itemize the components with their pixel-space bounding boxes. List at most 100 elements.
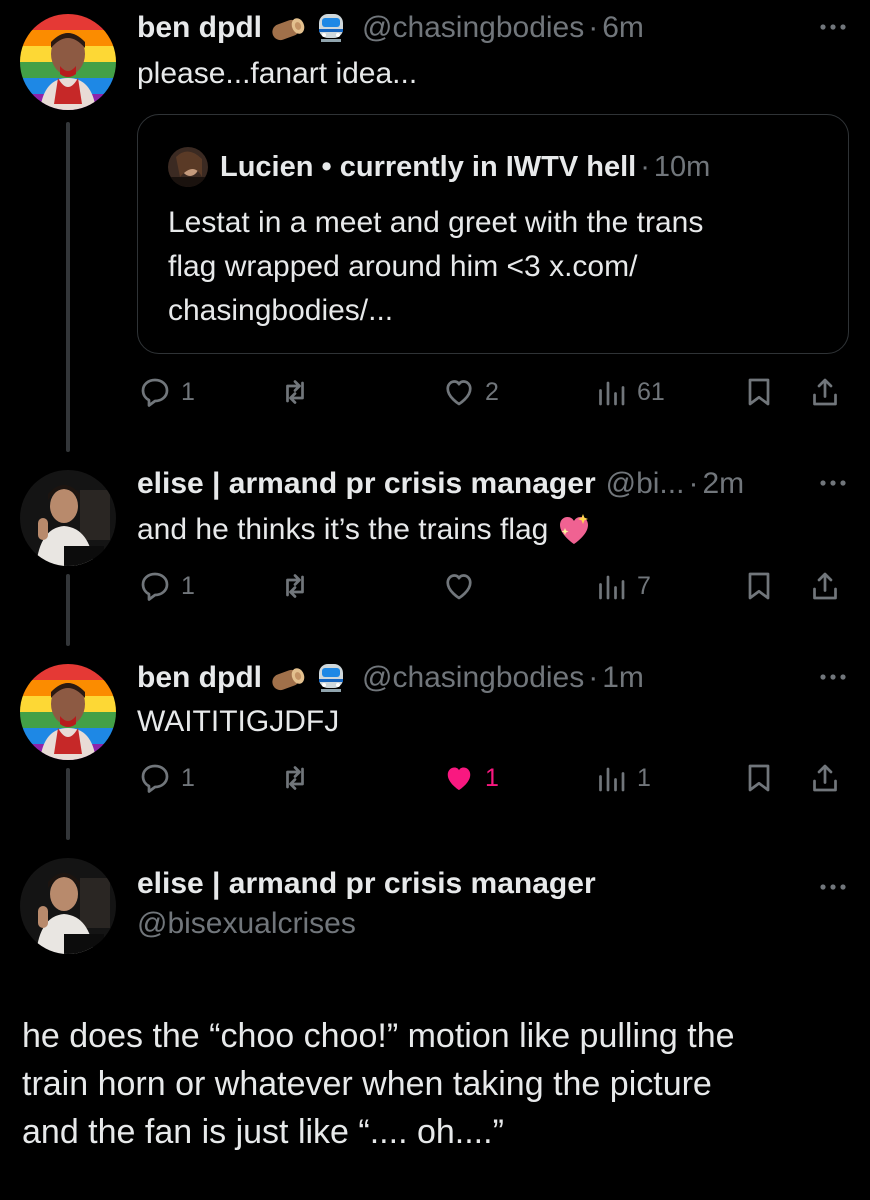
post-header: ben dpdl @chasingbodies · 6m <box>137 10 644 46</box>
more-options-icon[interactable] <box>820 672 846 682</box>
avatar-elise[interactable] <box>20 858 116 954</box>
heart-icon <box>446 380 472 406</box>
quoted-timestamp: 10m <box>653 150 711 183</box>
quoted-post-text: Lestat in a meet and greet with the tran… <box>168 201 808 333</box>
reply-icon <box>141 378 169 407</box>
separator-dot: · <box>640 150 650 183</box>
post-text: WAITITIGJDFJ <box>137 705 340 738</box>
separator-dot: · <box>588 11 599 44</box>
post-text: and he thinks it’s the trains flag <box>137 513 549 546</box>
views-button[interactable]: 61 <box>593 374 665 410</box>
timestamp[interactable]: 6m <box>602 10 644 46</box>
repost-button[interactable] <box>277 568 321 604</box>
action-bar: 1 7 <box>137 568 849 608</box>
sparkling-heart-icon <box>556 512 592 548</box>
more-options-icon[interactable] <box>820 478 846 488</box>
user-handle[interactable]: @chasingbodies <box>362 10 584 46</box>
train-icon <box>312 12 350 44</box>
like-count: 1 <box>485 763 499 792</box>
reply-count: 1 <box>181 571 195 600</box>
reply-post-1[interactable]: ben dpdl @chasingbodies · 6m please...fa… <box>0 0 870 452</box>
reply-post-3[interactable]: ben dpdl @chasingbodies · 1m WAITITIGJDF… <box>0 646 870 846</box>
share-icon <box>813 764 837 792</box>
repost-icon <box>286 380 304 404</box>
post-text-container: and he thinks it’s the trains flag <box>137 510 592 550</box>
main-text-line: he does the “choo choo!” motion like pul… <box>22 1017 735 1055</box>
repost-button[interactable] <box>277 760 321 796</box>
post-header: ben dpdl @chasingbodies · 1m <box>137 660 644 696</box>
avatar-lucien <box>168 147 208 187</box>
share-icon <box>813 378 837 406</box>
avatar-ben-dpdl[interactable] <box>20 664 116 760</box>
quoted-post-header: Lucien • currently in IWTV hell · 10m <box>168 147 710 187</box>
more-options-icon[interactable] <box>820 882 846 892</box>
reply-count: 1 <box>181 377 195 406</box>
display-name[interactable]: elise | armand pr crisis manager <box>137 864 596 904</box>
action-bar: 1 2 61 <box>137 374 849 414</box>
views-button[interactable]: 7 <box>593 568 651 604</box>
quoted-display-name: Lucien • currently in IWTV hell <box>220 150 637 183</box>
thread-line <box>66 768 70 840</box>
bookmark-button[interactable] <box>741 568 777 604</box>
like-button[interactable]: 2 <box>441 374 499 410</box>
display-name[interactable]: ben dpdl <box>137 660 262 696</box>
main-post-header: elise | armand pr crisis manager @bisexu… <box>137 864 596 944</box>
share-button[interactable] <box>807 760 843 796</box>
bookmark-button[interactable] <box>741 374 777 410</box>
thread-line <box>66 574 70 646</box>
separator-dot: · <box>688 467 699 500</box>
thread-line <box>66 122 70 452</box>
view-count: 61 <box>637 377 665 406</box>
main-text-line: train horn or whatever when taking the p… <box>22 1065 712 1103</box>
like-count: 2 <box>485 377 499 406</box>
reply-icon <box>141 572 169 601</box>
separator-dot: · <box>588 661 599 694</box>
reply-post-2[interactable]: elise | armand pr crisis manager @bi... … <box>0 450 870 646</box>
reply-button[interactable]: 1 <box>137 568 195 604</box>
bookmark-button[interactable] <box>741 760 777 796</box>
avatar-elise[interactable] <box>20 470 116 566</box>
post-header: elise | armand pr crisis manager @bi... … <box>137 466 744 502</box>
timestamp[interactable]: 1m <box>602 660 644 696</box>
share-icon <box>813 572 837 600</box>
display-name[interactable]: elise | armand pr crisis manager <box>137 466 596 502</box>
repost-button[interactable] <box>277 374 321 410</box>
main-text-line: and the fan is just like “.... oh....” <box>22 1113 504 1151</box>
quoted-text-line: Lestat in a meet and greet with the tran… <box>168 206 704 239</box>
avatar-ben-dpdl[interactable] <box>20 14 116 110</box>
main-post-text: he does the “choo choo!” motion like pul… <box>22 1012 862 1156</box>
heart-icon <box>446 574 472 600</box>
wood-log-icon <box>268 12 306 44</box>
quoted-text-line: chasingbodies/... <box>168 294 394 327</box>
heart-filled-icon <box>447 767 471 790</box>
repost-icon <box>286 766 304 790</box>
views-icon <box>599 381 625 406</box>
quoted-text-line: flag wrapped around him <3 x.com/ <box>168 250 638 283</box>
reply-button[interactable]: 1 <box>137 374 195 410</box>
train-icon <box>312 662 350 694</box>
views-button[interactable]: 1 <box>593 760 651 796</box>
bookmark-icon <box>748 378 770 406</box>
user-handle[interactable]: @bi... <box>606 466 685 502</box>
bookmark-icon <box>748 764 770 792</box>
wood-log-icon <box>268 662 306 694</box>
user-handle[interactable]: @bisexualcrises <box>137 904 596 944</box>
views-icon <box>599 767 625 792</box>
timestamp[interactable]: 2m <box>702 466 744 502</box>
share-button[interactable] <box>807 568 843 604</box>
reply-button[interactable]: 1 <box>137 760 195 796</box>
view-count: 7 <box>637 571 651 600</box>
bookmark-icon <box>748 572 770 600</box>
display-name[interactable]: ben dpdl <box>137 10 262 46</box>
quoted-post[interactable]: Lucien • currently in IWTV hell · 10m Le… <box>137 114 849 354</box>
action-bar: 1 1 1 <box>137 760 849 800</box>
user-handle[interactable]: @chasingbodies <box>362 660 584 696</box>
repost-icon <box>286 574 304 598</box>
share-button[interactable] <box>807 374 843 410</box>
like-button[interactable]: 1 <box>441 760 499 796</box>
reply-count: 1 <box>181 763 195 792</box>
post-text: please...fanart idea... <box>137 57 418 90</box>
like-button[interactable] <box>441 568 485 604</box>
more-options-icon[interactable] <box>820 22 846 32</box>
view-count: 1 <box>637 763 651 792</box>
